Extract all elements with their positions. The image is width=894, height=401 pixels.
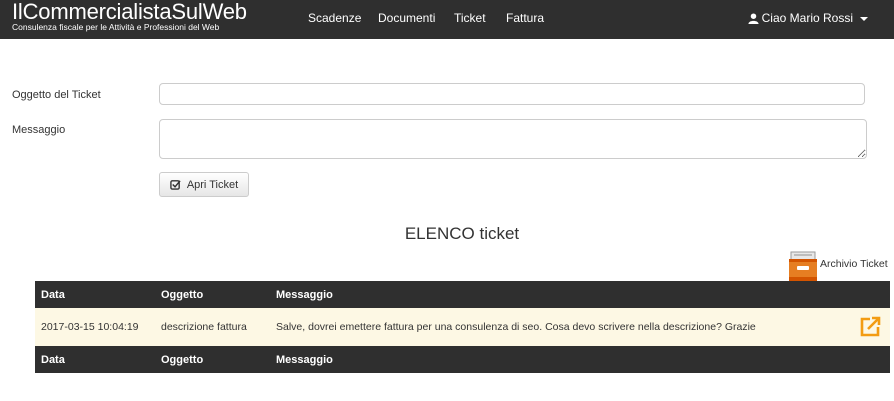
- external-link-icon: [860, 316, 881, 337]
- row-messaggio: Salve, dovrei emettere fattura per una c…: [276, 321, 756, 333]
- table-row: 2017-03-15 10:04:19 descrizione fattura …: [35, 308, 890, 346]
- archive-ticket-label: Archivio Ticket: [820, 258, 888, 270]
- message-label: Messaggio: [12, 124, 66, 136]
- ticket-list-title: ELENCO ticket: [404, 224, 520, 243]
- column-header-oggetto: Oggetto: [161, 288, 204, 301]
- brand-logo[interactable]: IlCommercialistaSulWeb Consulenza fiscal…: [12, 0, 247, 32]
- row-data: 2017-03-15 10:04:19: [41, 321, 139, 333]
- open-ticket-label: Apri Ticket: [186, 178, 239, 191]
- archive-cabinet-icon: [789, 251, 817, 281]
- subject-input[interactable]: [159, 83, 865, 105]
- user-menu-label: Ciao Mario Rossi: [761, 11, 853, 25]
- column-footer-oggetto: Oggetto: [161, 353, 204, 366]
- brand-subtitle: Consulenza fiscale per le Attività e Pro…: [12, 22, 220, 32]
- caret-down-icon: [860, 17, 868, 21]
- subject-label: Oggetto del Ticket: [12, 89, 101, 101]
- top-navbar: IlCommercialistaSulWeb Consulenza fiscal…: [0, 0, 894, 39]
- message-textarea[interactable]: [159, 119, 867, 159]
- column-footer-data: Data: [41, 353, 65, 366]
- nav-item-ticket[interactable]: Ticket: [454, 11, 486, 25]
- column-header-messaggio: Messaggio: [276, 288, 333, 301]
- open-ticket-button[interactable]: Apri Ticket: [159, 172, 249, 197]
- nav-item-scadenze[interactable]: Scadenze: [308, 11, 361, 25]
- brand-title: IlCommercialistaSulWeb: [12, 0, 247, 24]
- column-footer-messaggio: Messaggio: [276, 353, 333, 366]
- column-header-data: Data: [41, 288, 65, 301]
- user-icon: [748, 12, 759, 24]
- open-ticket-link[interactable]: [850, 315, 890, 339]
- nav-item-documenti[interactable]: Documenti: [378, 11, 435, 25]
- ticket-table: Data Oggetto Messaggio 2017-03-15 10:04:…: [35, 281, 890, 373]
- check-square-icon: [170, 180, 181, 190]
- nav-item-fattura[interactable]: Fattura: [506, 11, 544, 25]
- table-footer: Data Oggetto Messaggio: [35, 346, 890, 373]
- user-menu[interactable]: Ciao Mario Rossi: [748, 11, 868, 25]
- table-header: Data Oggetto Messaggio: [35, 281, 890, 308]
- archive-ticket-link[interactable]: Archivio Ticket: [787, 250, 892, 282]
- row-oggetto: descrizione fattura: [161, 321, 247, 333]
